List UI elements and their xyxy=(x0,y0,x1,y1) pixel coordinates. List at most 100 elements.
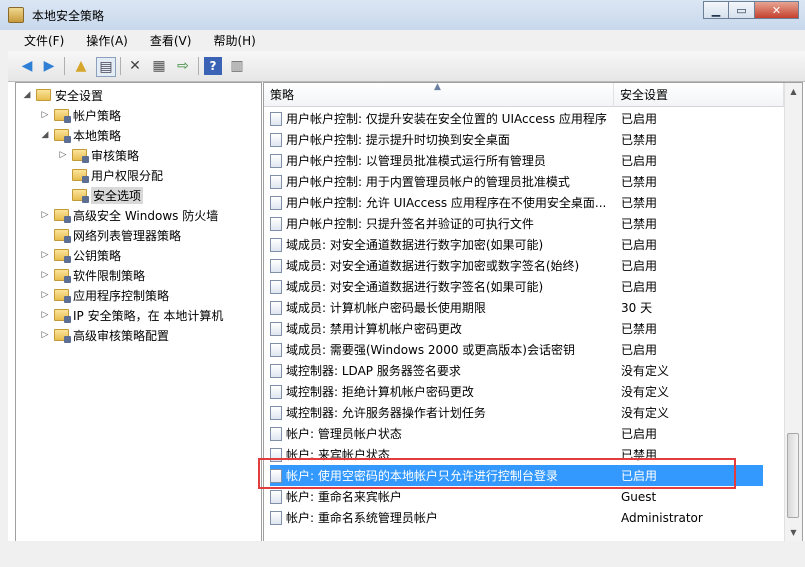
table-row[interactable]: 域成员: 计算机帐户密码最长使用期限 30 天 xyxy=(270,297,763,318)
expand-arrow-icon[interactable]: ▷ xyxy=(40,330,50,340)
table-row[interactable]: 用户帐户控制: 只提升签名并验证的可执行文件 已禁用 xyxy=(270,213,763,234)
security-setting: 已禁用 xyxy=(621,217,658,231)
security-setting: 已启用 xyxy=(621,238,658,252)
folder-icon xyxy=(54,249,71,263)
tree-node[interactable]: ▷ 应用程序控制策略 xyxy=(40,285,169,305)
expand-arrow-icon[interactable]: ▷ xyxy=(40,290,50,300)
export-icon[interactable]: ⇨ xyxy=(174,57,192,75)
scroll-down-icon[interactable]: ▼ xyxy=(785,524,802,541)
tree-node[interactable]: 用户权限分配 xyxy=(58,165,163,185)
expand-arrow-icon[interactable]: ▷ xyxy=(40,250,50,260)
table-row[interactable]: 帐户: 来宾帐户状态 已禁用 xyxy=(270,444,763,465)
security-setting: Administrator xyxy=(621,510,703,525)
policy-name: 域控制器: LDAP 服务器签名要求 xyxy=(286,364,461,378)
tree-node[interactable]: 安全选项 xyxy=(58,185,144,205)
back-icon[interactable]: ◀ xyxy=(18,57,36,75)
policy-badge-icon xyxy=(64,256,71,263)
tree-node-label: 帐户策略 xyxy=(73,108,122,123)
security-setting: 没有定义 xyxy=(621,364,670,378)
forward-icon[interactable]: ▶ xyxy=(40,57,58,75)
minimize-icon: ▁ xyxy=(711,3,721,17)
table-row[interactable]: 域成员: 对安全通道数据进行数字加密或数字签名(始终) 已启用 xyxy=(270,255,763,276)
tree-node-label: 软件限制策略 xyxy=(73,268,146,283)
title-bar[interactable]: 本地安全策略 ▁ ▭ ✕ xyxy=(0,0,805,30)
close-button[interactable]: ✕ xyxy=(755,1,799,19)
expand-arrow-icon[interactable]: ▷ xyxy=(58,150,68,160)
expand-arrow-icon[interactable]: ▷ xyxy=(40,310,50,320)
scroll-up-icon[interactable]: ▲ xyxy=(785,83,802,100)
collapse-arrow-icon[interactable]: ◢ xyxy=(22,90,32,100)
policy-name: 用户帐户控制: 允许 UIAccess 应用程序在不使用安全桌面... xyxy=(286,196,607,210)
tree-node[interactable]: ◢ 本地策略 xyxy=(40,125,121,145)
properties-icon[interactable]: ▦ xyxy=(150,57,168,75)
delete-icon[interactable]: ✕ xyxy=(126,57,144,75)
details-pane[interactable]: 策略 ▲ 安全设置 用户帐户控制: 仅提升安装在安全位置的 UIAccess 应… xyxy=(263,82,803,542)
tree-pane[interactable]: ◢ 安全设置 ▷ 帐户策略 ◢ 本地策略 ▷ 审核策略 用户权限分配 安全选项 ▷ 高级安全 Wind… xyxy=(15,82,262,542)
table-row[interactable]: 域控制器: 允许服务器操作者计划任务 没有定义 xyxy=(270,402,763,423)
policy-icon xyxy=(270,447,282,462)
tree-node[interactable]: 网络列表管理器策略 xyxy=(40,225,181,245)
collapse-arrow-icon[interactable]: ◢ xyxy=(40,130,50,140)
table-row[interactable]: 用户帐户控制: 允许 UIAccess 应用程序在不使用安全桌面... 已禁用 xyxy=(270,192,763,213)
tree-node[interactable]: ▷ 公钥策略 xyxy=(40,245,121,265)
folder-icon xyxy=(36,89,51,101)
up-icon[interactable]: ▲ xyxy=(72,57,90,75)
expand-arrow-icon[interactable]: ▷ xyxy=(40,210,50,220)
menu-action[interactable]: 操作(A) xyxy=(72,32,136,49)
table-row[interactable]: 帐户: 使用空密码的本地帐户只允许进行控制台登录 已启用 xyxy=(270,465,763,486)
table-row[interactable]: 帐户: 重命名来宾帐户 Guest xyxy=(270,486,763,507)
window-left-edge xyxy=(0,51,8,567)
help-icon[interactable]: ? xyxy=(204,57,222,75)
table-row[interactable]: 帐户: 管理员帐户状态 已启用 xyxy=(270,423,763,444)
maximize-button[interactable]: ▭ xyxy=(729,1,755,19)
security-setting: 已禁用 xyxy=(621,133,658,147)
column-header-setting[interactable]: 安全设置 xyxy=(614,83,784,107)
tree-node-label: 安全选项 xyxy=(91,186,144,204)
tree-node-label: 本地策略 xyxy=(73,128,122,143)
tree-node[interactable]: ▷ 高级审核策略配置 xyxy=(40,325,169,345)
tree-node-label: 网络列表管理器策略 xyxy=(73,228,182,243)
folder-icon xyxy=(54,269,71,283)
policy-icon xyxy=(270,489,282,504)
policy-icon xyxy=(270,195,282,210)
table-row[interactable]: 域控制器: LDAP 服务器签名要求 没有定义 xyxy=(270,360,763,381)
policy-icon xyxy=(270,216,282,231)
tree-node[interactable]: ▷ 软件限制策略 xyxy=(40,265,145,285)
folder-icon xyxy=(54,129,71,143)
minimize-button[interactable]: ▁ xyxy=(703,1,729,19)
table-row[interactable]: 用户帐户控制: 提示提升时切换到安全桌面 已禁用 xyxy=(270,129,763,150)
folder-icon xyxy=(54,229,71,243)
close-icon: ✕ xyxy=(771,3,782,17)
menu-view[interactable]: 查看(V) xyxy=(136,32,200,49)
table-row[interactable]: 用户帐户控制: 仅提升安装在安全位置的 UIAccess 应用程序 已启用 xyxy=(270,108,763,129)
policy-icon xyxy=(270,153,282,168)
table-row[interactable]: 域成员: 对安全通道数据进行数字加密(如果可能) 已启用 xyxy=(270,234,763,255)
scrollbar-thumb[interactable] xyxy=(787,433,799,518)
table-row[interactable]: 域成员: 需要强(Windows 2000 或更高版本)会话密钥 已启用 xyxy=(270,339,763,360)
table-row[interactable]: 用户帐户控制: 以管理员批准模式运行所有管理员 已启用 xyxy=(270,150,763,171)
menu-file[interactable]: 文件(F) xyxy=(0,32,72,49)
security-setting: 已禁用 xyxy=(621,175,658,189)
tree-node[interactable]: ▷ 高级安全 Windows 防火墙 xyxy=(40,205,218,225)
folder-icon xyxy=(54,309,71,323)
tree-node[interactable]: ◢ 安全设置 xyxy=(22,85,103,105)
show-hide-tree-icon[interactable]: ▤ xyxy=(96,57,116,77)
column-header-policy[interactable]: 策略 ▲ xyxy=(264,83,614,107)
table-row[interactable]: 域成员: 禁用计算机帐户密码更改 已禁用 xyxy=(270,318,763,339)
expand-arrow-icon[interactable]: ▷ xyxy=(40,270,50,280)
policy-name: 帐户: 使用空密码的本地帐户只允许进行控制台登录 xyxy=(286,469,558,483)
tree-node[interactable]: ▷ 帐户策略 xyxy=(40,105,121,125)
expand-arrow-icon[interactable]: ▷ xyxy=(40,110,50,120)
table-row[interactable]: 帐户: 重命名系统管理员帐户 Administrator xyxy=(270,507,763,528)
view-icon[interactable]: ▥ xyxy=(228,57,246,75)
vertical-scrollbar[interactable]: ▲ ▼ xyxy=(784,83,802,541)
table-row[interactable]: 用户帐户控制: 用于内置管理员帐户的管理员批准模式 已禁用 xyxy=(270,171,763,192)
table-row[interactable]: 域成员: 对安全通道数据进行数字签名(如果可能) 已启用 xyxy=(270,276,763,297)
maximize-icon: ▭ xyxy=(736,3,747,17)
policy-icon xyxy=(270,468,282,483)
tree-node[interactable]: ▷ 审核策略 xyxy=(58,145,139,165)
security-setting: 已禁用 xyxy=(621,448,658,462)
tree-node[interactable]: ▷ IP 安全策略，在 本地计算机 xyxy=(40,305,223,325)
table-row[interactable]: 域控制器: 拒绝计算机帐户密码更改 没有定义 xyxy=(270,381,763,402)
menu-help[interactable]: 帮助(H) xyxy=(199,32,263,49)
